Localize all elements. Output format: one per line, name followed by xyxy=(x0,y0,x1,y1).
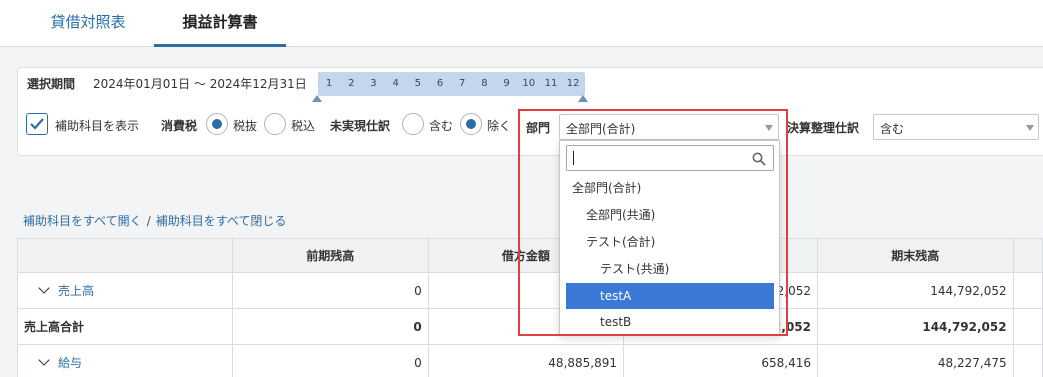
checkmark-icon xyxy=(30,118,44,130)
month-2[interactable]: 2 xyxy=(340,72,362,96)
month-6[interactable]: 6 xyxy=(429,72,451,96)
credit-cell: 658,416 xyxy=(623,344,818,377)
chevron-down-icon xyxy=(1026,125,1034,131)
period-label: 選択期間 xyxy=(27,77,76,91)
collapse-all-link[interactable]: 補助科目をすべて閉じる xyxy=(156,214,287,228)
month-11[interactable]: 11 xyxy=(540,72,562,96)
tab-bar: 貸借対照表 損益計算書 xyxy=(0,0,1043,47)
dropdown-item-all-common[interactable]: 全部門(共通) xyxy=(566,202,774,228)
adjustment-select-value: 含む xyxy=(880,122,905,136)
unrealized-exclude-label: 除く xyxy=(487,119,512,133)
expand-collapse-links: 補助科目をすべて開く / 補助科目をすべて閉じる xyxy=(23,212,286,229)
expand-all-link[interactable]: 補助科目をすべて開く xyxy=(23,214,142,228)
department-select-value: 全部門(合計) xyxy=(566,122,636,136)
table-row: 売上高 0 482,052 144,792,052 xyxy=(17,272,1043,309)
text-cursor xyxy=(573,151,574,165)
account-cell: 売上高合計 xyxy=(17,308,233,345)
tab-balance-sheet[interactable]: 貸借対照表 xyxy=(26,0,150,47)
tax-included-label: 税込 xyxy=(291,119,316,133)
month-selector: 1 2 3 4 5 6 7 8 9 10 11 12 xyxy=(318,72,585,96)
chevron-down-icon[interactable] xyxy=(38,282,50,294)
department-search-input[interactable] xyxy=(566,145,774,171)
department-label: 部門 xyxy=(526,121,551,135)
account-link-sales[interactable]: 売上高 xyxy=(58,284,94,298)
header-closing-balance: 期末残高 xyxy=(817,238,1014,273)
header-extra xyxy=(1012,238,1043,273)
chevron-down-icon xyxy=(765,125,773,131)
extra-cell xyxy=(1012,344,1043,377)
month-7[interactable]: 7 xyxy=(451,72,473,96)
opening-cell: 0 xyxy=(231,272,429,309)
month-9[interactable]: 9 xyxy=(496,72,518,96)
dropdown-item-all-total[interactable]: 全部門(合計) xyxy=(566,175,774,201)
unrealized-exclude-radio[interactable] xyxy=(460,113,482,135)
header-opening-balance: 前期残高 xyxy=(231,238,429,273)
period-range: 2024年01月01日 ～ 2024年12月31日 xyxy=(93,77,307,91)
closing-cell: 144,792,052 xyxy=(817,272,1014,309)
header-account xyxy=(17,238,233,273)
search-icon xyxy=(752,152,766,166)
range-start-handle[interactable] xyxy=(312,95,322,102)
unrealized-include-label: 含む xyxy=(429,119,454,133)
department-select[interactable]: 全部門(合計) xyxy=(559,114,779,140)
dropdown-item-test-total[interactable]: テスト(合計) xyxy=(566,229,774,255)
show-sub-accounts-label: 補助科目を表示 xyxy=(55,119,140,133)
tax-excluded-label: 税抜 xyxy=(233,119,258,133)
range-end-handle[interactable] xyxy=(578,95,588,102)
department-dropdown: 全部門(合計) 全部門(共通) テスト(合計) テスト(共通) testA te… xyxy=(559,140,780,335)
extra-cell xyxy=(1012,272,1043,309)
dropdown-item-test-common[interactable]: テスト(共通) xyxy=(566,256,774,282)
month-8[interactable]: 8 xyxy=(473,72,495,96)
table-header-row: 前期残高 借方金額 期末残高 xyxy=(17,238,1043,273)
closing-cell: 144,792,052 xyxy=(817,308,1014,345)
debit-cell: 48,885,891 xyxy=(427,344,625,377)
closing-cell: 48,227,475 xyxy=(817,344,1014,377)
month-3[interactable]: 3 xyxy=(362,72,384,96)
dropdown-item-testB[interactable]: testB xyxy=(566,309,774,335)
table-row: 売上高合計 0 482,052 144,792,052 xyxy=(17,308,1043,345)
month-12[interactable]: 12 xyxy=(562,72,584,96)
month-10[interactable]: 10 xyxy=(518,72,540,96)
adjustment-label: 決算整理仕訳 xyxy=(787,121,860,135)
account-cell: 給与 xyxy=(17,344,233,377)
opening-cell: 0 xyxy=(231,308,429,345)
show-sub-accounts-checkbox[interactable] xyxy=(26,113,48,135)
tab-income-statement[interactable]: 損益計算書 xyxy=(154,0,286,47)
account-link-salary[interactable]: 給与 xyxy=(58,356,82,370)
month-5[interactable]: 5 xyxy=(407,72,429,96)
extra-cell xyxy=(1012,308,1043,345)
link-separator: / xyxy=(146,214,151,228)
month-1[interactable]: 1 xyxy=(318,72,340,96)
income-statement-table: 前期残高 借方金額 期末残高 売上高 0 482,052 144,792,052… xyxy=(17,238,1043,377)
chevron-down-icon[interactable] xyxy=(38,354,50,366)
adjustment-select[interactable]: 含む xyxy=(873,114,1039,140)
tax-excluded-radio[interactable] xyxy=(206,113,228,135)
table-row: 給与 0 48,885,891 658,416 48,227,475 xyxy=(17,344,1043,377)
month-4[interactable]: 4 xyxy=(385,72,407,96)
tax-included-radio[interactable] xyxy=(264,113,286,135)
opening-cell: 0 xyxy=(231,344,429,377)
unrealized-include-radio[interactable] xyxy=(402,113,424,135)
tax-label: 消費税 xyxy=(161,119,198,133)
account-cell: 売上高 xyxy=(17,272,233,309)
unrealized-label: 未実現仕訳 xyxy=(330,119,391,133)
dropdown-item-testA[interactable]: testA xyxy=(566,283,774,309)
